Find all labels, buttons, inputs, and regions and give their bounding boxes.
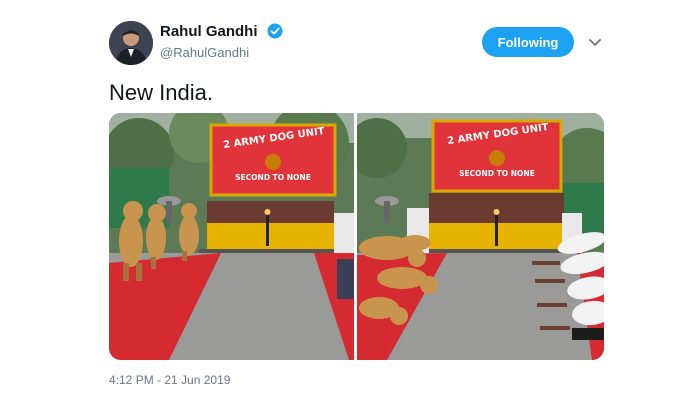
photo-panel-dogs: 2 ARMY DOG UNIT SECOND TO NONE: [109, 113, 354, 360]
avatar-image: [109, 21, 153, 65]
author-name[interactable]: Rahul Gandhi: [160, 23, 283, 43]
following-button[interactable]: Following: [482, 27, 574, 57]
author-name-text: Rahul Gandhi: [160, 23, 258, 40]
tweet-photo[interactable]: 2 ARMY DOG UNIT SECOND TO NONE 2 ARMY DO…: [109, 113, 604, 360]
sign-motto-left: SECOND TO NONE: [235, 173, 311, 182]
tweet-timestamp[interactable]: 4:12 PM - 21 Jun 2019: [109, 373, 230, 387]
verified-badge-icon: [267, 23, 283, 43]
chevron-down-icon[interactable]: [588, 35, 602, 53]
author-avatar[interactable]: [109, 21, 153, 65]
sign-motto-right: SECOND TO NONE: [459, 169, 535, 178]
tweet-text: New India.: [109, 80, 213, 105]
author-handle[interactable]: @RahulGandhi: [160, 45, 249, 60]
photo-panel-soldiers: 2 ARMY DOG UNIT SECOND TO NONE: [357, 113, 604, 360]
